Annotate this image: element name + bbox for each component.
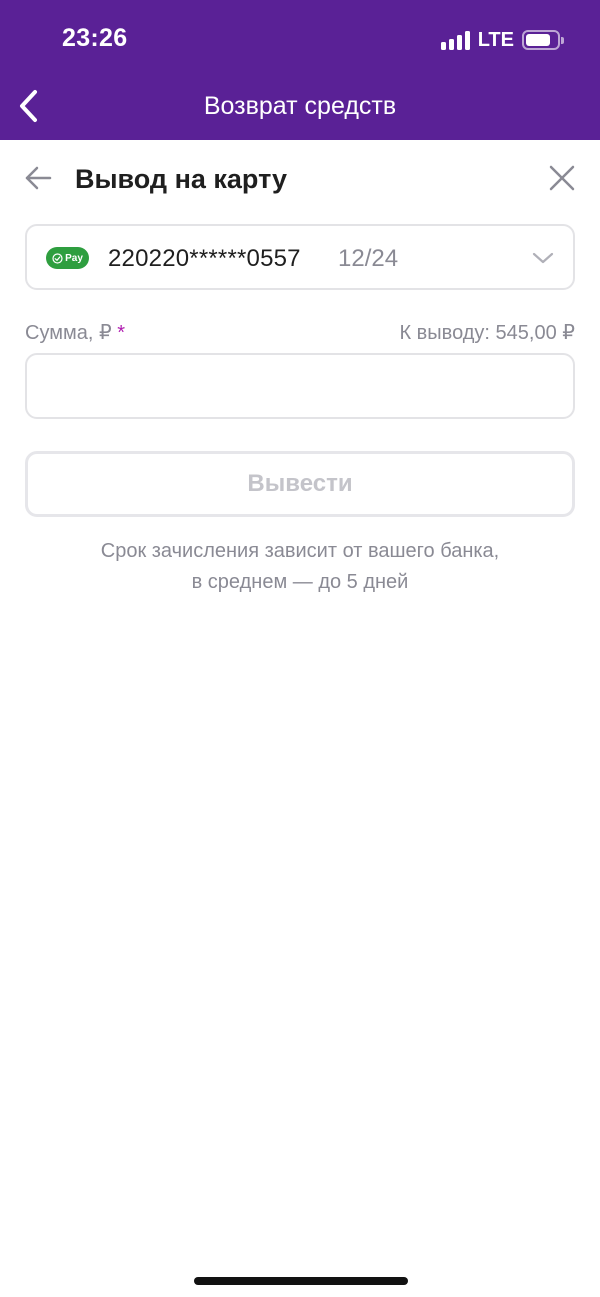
top-bar: 23:26 LTE Возврат средств <box>0 0 600 140</box>
info-line-2: в среднем — до 5 дней <box>191 571 409 593</box>
close-button[interactable] <box>544 160 580 196</box>
amount-label-text: Сумма, ₽ <box>25 322 112 344</box>
pay-badge-label: Pay <box>65 252 83 264</box>
status-time: 23:26 <box>62 24 128 52</box>
cellular-signal-icon <box>440 30 470 50</box>
withdraw-button[interactable]: Вывести <box>25 451 575 517</box>
nav-title: Возврат средств <box>203 92 397 120</box>
info-line-1: Срок зачисления зависит от вашего банка, <box>100 540 500 562</box>
info-text: Срок зачисления зависит от вашего банка,… <box>0 536 600 598</box>
close-icon <box>549 165 575 191</box>
sheet-title: Вывод на карту <box>75 164 287 194</box>
check-circle-icon <box>52 252 63 264</box>
pay-badge: Pay <box>46 247 89 269</box>
battery-icon <box>522 30 564 50</box>
screen: 23:26 LTE Возврат средств Вывод на карту <box>0 0 600 1297</box>
chevron-down-icon <box>531 246 555 270</box>
required-mark: * <box>117 322 126 344</box>
amount-input[interactable] <box>25 353 575 419</box>
card-number: 220220******0557 <box>108 245 301 272</box>
sheet-back-button[interactable] <box>20 160 56 196</box>
home-indicator[interactable] <box>194 1277 408 1285</box>
arrow-left-icon <box>25 166 52 190</box>
card-selector[interactable]: Pay 220220******0557 12/24 <box>25 224 575 290</box>
amount-label: Сумма, ₽ * <box>25 320 125 345</box>
network-type: LTE <box>477 28 514 51</box>
status-indicators: LTE <box>440 28 564 51</box>
card-expiry: 12/24 <box>338 245 399 272</box>
available-amount: К выводу: 545,00 ₽ <box>399 322 575 344</box>
